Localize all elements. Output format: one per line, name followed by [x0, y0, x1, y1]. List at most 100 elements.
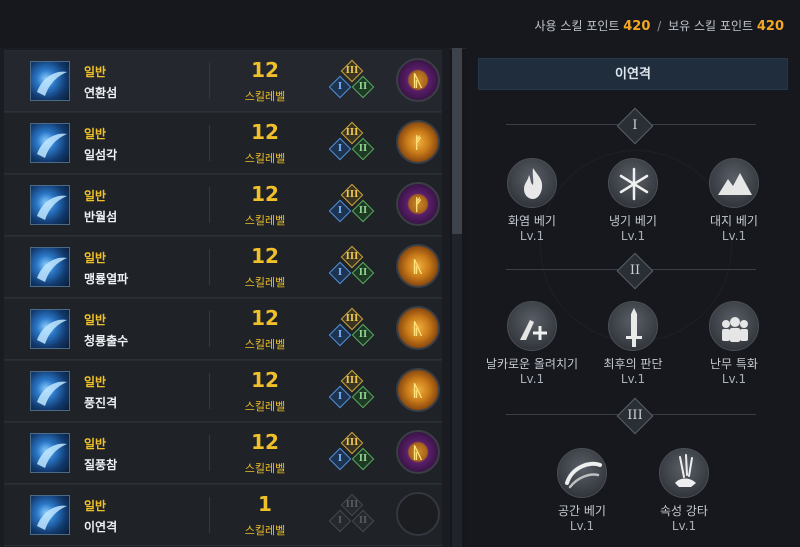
skill-row[interactable]: 일반일섬각 12 스킬레벨 III I II ᚠ — [4, 112, 442, 174]
crowd-icon — [709, 301, 759, 351]
tripod-level: Lv.1 — [721, 229, 747, 243]
tripod-level: Lv.1 — [519, 229, 545, 243]
rune-slot[interactable]: ᚣ — [396, 430, 440, 474]
skill-icon — [30, 371, 70, 411]
tripod-name: 속성 강타 — [660, 504, 708, 518]
header-bar: 사용 스킬 포인트 420 / 보유 스킬 포인트 420 — [0, 0, 800, 49]
skill-type: 일반 — [84, 189, 107, 203]
skill-name: 반월섬 — [84, 210, 118, 224]
tripod-space-slash[interactable]: 공간 베기 Lv.1 — [532, 448, 632, 533]
sword-icon — [608, 301, 658, 351]
tripod-earth-slash[interactable]: 대지 베기 Lv.1 — [684, 158, 784, 243]
skill-icon — [30, 309, 70, 349]
rune-slot[interactable]: ᚣ — [396, 306, 440, 350]
tripod-fire-slash[interactable]: 화염 베기 Lv.1 — [482, 158, 582, 243]
skill-type: 일반 — [84, 437, 107, 451]
tripod-name: 날카로운 올려치기 — [485, 357, 579, 371]
skill-name: 일섬각 — [84, 148, 118, 162]
tripod-name: 난무 특화 — [710, 357, 758, 371]
rune-slot[interactable] — [396, 492, 440, 536]
scrollbar-thumb[interactable] — [452, 48, 462, 234]
row-divider — [209, 497, 210, 533]
row-divider — [209, 63, 210, 99]
tripod-level: Lv.1 — [721, 372, 747, 386]
skill-row[interactable]: 일반 맹룡열파 12 스킬레벨 III I II ᚣ — [4, 236, 442, 298]
tripod-tier-2-gem: II — [351, 447, 375, 471]
tripod-indicators[interactable]: III I II — [328, 493, 375, 535]
skill-list: 일반 연환섬 12 스킬레벨 III I II ᚣ 일반 일섬각 12 스킬레벨 III I II ᚠ 일반 반월… — [0, 48, 450, 547]
skill-row[interactable]: 일반반월섬 12 스킬레벨 III I II ᚠ — [4, 174, 442, 236]
tripod-indicators[interactable]: III I II — [328, 59, 375, 101]
skill-level-label: 스킬레벨 — [244, 462, 286, 475]
skill-row[interactable]: 일반질풍참 12 스킬레벨 III I II ᚣ — [4, 422, 442, 484]
tripod-indicators[interactable]: III I II — [328, 307, 375, 349]
tripod-indicators[interactable]: III I II — [328, 121, 375, 163]
rune-slot[interactable]: ᚣ — [396, 58, 440, 102]
row-divider — [209, 249, 210, 285]
skill-row[interactable]: 일반 풍진격 12 스킬레벨 III I II ᚣ — [4, 360, 442, 422]
skill-type: 일반 — [84, 127, 107, 141]
skill-icon — [30, 247, 70, 287]
rune-glyph-icon: ᚣ — [413, 257, 423, 276]
skill-level[interactable]: 12 — [234, 120, 296, 144]
tripod-sharp-uppercut[interactable]: 날카로운 올려치기 Lv.1 — [482, 301, 582, 386]
tripod-frenzy-mastery[interactable]: 난무 특화 Lv.1 — [684, 301, 784, 386]
row-divider — [209, 373, 210, 409]
tripod-tier-2-gem: II — [351, 261, 375, 285]
rune-slot[interactable]: ᚣ — [396, 244, 440, 288]
space-slash-icon — [557, 448, 607, 498]
skill-type: 일반 — [84, 313, 107, 327]
skill-level-label: 스킬레벨 — [244, 152, 286, 165]
skill-icon — [30, 123, 70, 163]
uppercut-icon — [507, 301, 557, 351]
tripod-name: 대지 베기 — [710, 214, 758, 228]
rune-glyph-icon: ᚠ — [413, 133, 423, 152]
skill-points-summary: 사용 스킬 포인트 420 / 보유 스킬 포인트 420 — [535, 17, 784, 34]
tripod-level: Lv.1 — [620, 229, 646, 243]
tripod-tier-2-gem: II — [351, 137, 375, 161]
points-separator: / — [657, 19, 662, 33]
tripod-indicators[interactable]: III I II — [328, 183, 375, 225]
tripod-name: 공간 베기 — [558, 504, 606, 518]
rune-glyph-icon: ᚣ — [413, 71, 423, 90]
selected-skill-title: 이연격 — [478, 58, 788, 90]
tripod-element-strike[interactable]: 속성 강타 Lv.1 — [634, 448, 734, 533]
skill-row[interactable]: 일반 청룡출수 12 스킬레벨 III I II ᚣ — [4, 298, 442, 360]
tripod-tier-2-gem: II — [351, 199, 375, 223]
rune-slot[interactable]: ᚣ — [396, 368, 440, 412]
skill-name: 연환섬 — [84, 86, 118, 100]
tripod-indicators[interactable]: III I II — [328, 245, 375, 287]
row-divider — [209, 311, 210, 347]
used-points-value: 420 — [623, 19, 651, 34]
skill-type: 일반 — [84, 375, 107, 389]
tripod-final-judgment[interactable]: 최후의 판단 Lv.1 — [583, 301, 683, 386]
skill-level[interactable]: 12 — [234, 306, 296, 330]
tripod-indicators[interactable]: III I II — [328, 431, 375, 473]
tripod-frost-slash[interactable]: 냉기 베기 Lv.1 — [583, 158, 683, 243]
skill-name: 질풍참 — [84, 458, 118, 472]
skill-name: 맹룡열파 — [84, 272, 129, 286]
skill-level[interactable]: 12 — [234, 430, 296, 454]
rune-slot[interactable]: ᚠ — [396, 120, 440, 164]
skill-level[interactable]: 12 — [234, 182, 296, 206]
tripod-name: 화염 베기 — [508, 214, 556, 228]
rune-glyph-icon: ᚠ — [413, 195, 423, 214]
row-divider — [209, 187, 210, 223]
skill-level[interactable]: 12 — [234, 58, 296, 82]
rune-slot[interactable]: ᚠ — [396, 182, 440, 226]
rune-glyph-icon: ᚣ — [413, 381, 423, 400]
skill-level[interactable]: 1 — [234, 492, 296, 516]
skill-level[interactable]: 12 — [234, 368, 296, 392]
rune-glyph-icon: ᚣ — [413, 443, 423, 462]
skill-level-label: 스킬레벨 — [244, 276, 286, 289]
row-divider — [209, 125, 210, 161]
skill-level-label: 스킬레벨 — [244, 214, 286, 227]
used-points-label: 사용 스킬 포인트 — [534, 19, 620, 33]
skill-level[interactable]: 12 — [234, 244, 296, 268]
skill-row[interactable]: 일반 연환섬 12 스킬레벨 III I II ᚣ — [4, 50, 442, 112]
tripod-indicators[interactable]: III I II — [328, 369, 375, 411]
mountain-icon — [709, 158, 759, 208]
skill-name: 풍진격 — [84, 396, 118, 410]
skill-row[interactable]: 일반 이연격 1 스킬레벨 III I II — [4, 484, 442, 546]
tripod-level: Lv.1 — [671, 519, 697, 533]
